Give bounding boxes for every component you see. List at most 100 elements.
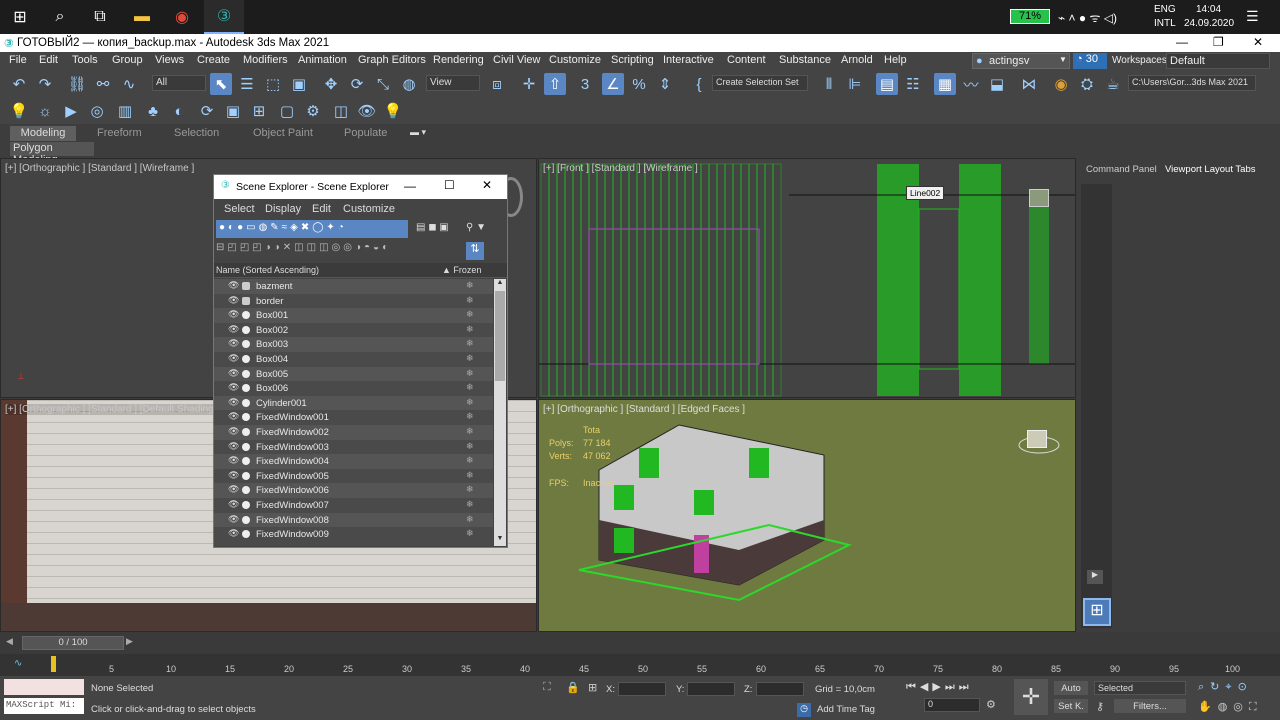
visibility-eye-icon[interactable]: 👁 [228, 368, 239, 379]
notifications-icon[interactable]: ☰ [1246, 8, 1259, 25]
active-shade-icon[interactable]: ▢ [276, 100, 298, 122]
menu-help[interactable]: Help [884, 54, 907, 66]
keyboard-shortcut-override-icon[interactable]: ⇧ [544, 73, 566, 95]
render-frame-icon[interactable]: ⊞ [248, 100, 270, 122]
undo-icon[interactable]: ↶ [8, 73, 30, 95]
chrome-icon[interactable]: ◉ [162, 0, 202, 34]
visibility-eye-icon[interactable]: 👁 [228, 280, 239, 291]
viewcube-icon[interactable] [1027, 430, 1047, 448]
menu-arnold[interactable]: Arnold [841, 54, 873, 66]
freeze-icon[interactable]: ❄ [466, 528, 474, 539]
scene-object-list[interactable]: 👁 bazment ❄ 👁 border ❄ 👁 Box001 ❄ 👁 Box002 ❄ 👁 Bo… [214, 279, 493, 546]
menu-content[interactable]: Content [727, 54, 766, 66]
render-setup-icon[interactable]: ⛭ [1076, 73, 1098, 95]
visibility-eye-icon[interactable]: 👁 [228, 382, 239, 393]
se-menu-customize[interactable]: Customize [343, 203, 395, 215]
snaps-toggle-icon[interactable]: 3 [574, 73, 596, 95]
menu-animation[interactable]: Animation [298, 54, 347, 66]
viewport-navigation-icons[interactable]: ⌕↻⌖⊙ [1198, 680, 1253, 694]
key-selection-dropdown[interactable]: Selected [1094, 681, 1186, 695]
list-item[interactable]: 👁 FixedWindow004 ❄ [214, 454, 493, 469]
visibility-eye-icon[interactable]: 👁 [228, 411, 239, 422]
keyboard-layout[interactable]: INTL [1154, 18, 1176, 29]
minimize-icon[interactable]: — [1176, 35, 1188, 49]
expand-arrow-icon[interactable]: ▶ [1087, 570, 1103, 584]
playback-controls[interactable]: ⏮◀▶⏭⏭ [906, 680, 973, 694]
percent-snap-icon[interactable]: % [628, 73, 650, 95]
toggle-ribbon-icon[interactable]: ▦ [934, 73, 956, 95]
maxscript-listener[interactable] [4, 679, 84, 695]
system-tray-icons[interactable]: ⌁ ˄ ● ᯤ ◁) [1058, 9, 1117, 26]
menu-group[interactable]: Group [112, 54, 143, 66]
freeze-icon[interactable]: ❄ [466, 368, 474, 379]
polygon-modeling-panel[interactable]: Polygon Modeling [10, 142, 94, 166]
render-icon[interactable]: ☕ [1102, 73, 1124, 95]
visibility-eye-icon[interactable]: 👁 [228, 484, 239, 495]
menu-rendering[interactable]: Rendering [433, 54, 484, 66]
freeze-icon[interactable]: ❄ [466, 426, 474, 437]
prev-frame-icon[interactable]: ◀ [6, 636, 20, 650]
time-tag-icon[interactable]: ◷ [797, 703, 811, 717]
tree-icon[interactable]: ♣ [142, 100, 164, 122]
list-item[interactable]: 👁 Box001 ❄ [214, 308, 493, 323]
list-item[interactable]: 👁 Box002 ❄ [214, 322, 493, 338]
menu-scripting[interactable]: Scripting [611, 54, 654, 66]
select-scale-icon[interactable]: ⤡ [372, 73, 394, 95]
key-filter-icon[interactable]: ⚷ [1096, 700, 1104, 713]
list-item[interactable]: 👁 Box003 ❄ [214, 337, 493, 352]
layer-explorer-icon[interactable]: ☷ [902, 73, 924, 95]
visibility-eye-icon[interactable]: 👁 [228, 441, 239, 452]
viewcube-icon[interactable] [1029, 189, 1049, 207]
freeze-icon[interactable]: ❄ [466, 484, 474, 495]
account-dropdown[interactable]: ● actingsv ▼ [972, 53, 1070, 69]
sun-icon[interactable]: ☼ [34, 100, 56, 122]
visibility-eye-icon[interactable]: 👁 [228, 426, 239, 437]
absolute-mode-icon[interactable]: ⊞ [588, 681, 597, 694]
list-item[interactable]: 👁 FixedWindow008 ❄ [214, 512, 493, 528]
menu-views[interactable]: Views [155, 54, 184, 66]
physical-camera-icon[interactable]: ◎ [86, 100, 108, 122]
list-item[interactable]: 👁 Box005 ❄ [214, 366, 493, 382]
list-item[interactable]: 👁 FixedWindow007 ❄ [214, 498, 493, 513]
freeze-icon[interactable]: ❄ [466, 295, 474, 306]
list-item[interactable]: 👁 FixedWindow002 ❄ [214, 425, 493, 440]
visibility-eye-icon[interactable]: 👁 [228, 514, 239, 525]
angle-snap-icon[interactable]: ∠ [602, 73, 624, 95]
schematic-view-icon[interactable]: ⋈ [1018, 73, 1040, 95]
viewport-label[interactable]: [+] [Front ] [Standard ] [Wireframe ] [543, 163, 698, 174]
freeze-icon[interactable]: ❄ [466, 338, 474, 349]
se-menu-edit[interactable]: Edit [312, 203, 331, 215]
se-toolbar-icons[interactable]: ▤ ◼ ▣ [416, 222, 449, 233]
viewport-navigation-icons-2[interactable]: ✋◍◎⛶ [1198, 700, 1263, 714]
tab-viewport-layout[interactable]: Viewport Layout Tabs [1165, 164, 1256, 175]
viewport-layout-icon[interactable]: ⊞ [1083, 598, 1111, 626]
x-coordinate-field[interactable] [618, 682, 666, 696]
filters-button[interactable]: Filters... [1114, 699, 1186, 713]
menu-customize[interactable]: Customize [549, 54, 601, 66]
clock-date[interactable]: 24.09.2020 [1184, 18, 1234, 29]
link-icon[interactable]: ⛓ [66, 73, 88, 95]
material-icon[interactable]: ▣ [222, 100, 244, 122]
list-item[interactable]: 👁 bazment ❄ [214, 279, 493, 294]
list-item[interactable]: 👁 FixedWindow005 ❄ [214, 468, 493, 484]
freeze-icon[interactable]: ❄ [466, 470, 474, 481]
project-path-dropdown[interactable]: C:\Users\Gor...3ds Max 2021 [1128, 75, 1256, 91]
visibility-eye-icon[interactable]: 👁 [228, 499, 239, 510]
freeze-icon[interactable]: ❄ [466, 280, 474, 291]
filter-icon[interactable]: ⚲ ▼ [466, 222, 486, 233]
set-key-button[interactable]: Set K. [1054, 699, 1088, 713]
maximize-icon[interactable]: ❐ [1213, 35, 1224, 49]
workspace-dropdown[interactable]: Default [1166, 53, 1270, 69]
menu-tools[interactable]: Tools [72, 54, 98, 66]
align-icon[interactable]: ⊫ [844, 73, 866, 95]
ribbon-options-icon[interactable]: ▬ ▾ [410, 127, 426, 138]
viewport-bottom-right[interactable]: [+] [Orthographic ] [Standard ] [Edged F… [538, 399, 1076, 632]
freeze-icon[interactable]: ❄ [466, 324, 474, 335]
windows-start-icon[interactable]: ⊞ [0, 0, 40, 34]
tab-populate[interactable]: Populate [344, 127, 387, 139]
rotate-view-icon[interactable]: ⟳ [196, 100, 218, 122]
select-object-icon[interactable]: ⬉ [210, 73, 232, 95]
sort-icon[interactable]: ⇅ [466, 242, 484, 260]
curve-editor-mini-icon[interactable]: ∿ [14, 658, 22, 669]
freeze-icon[interactable]: ❄ [466, 514, 474, 525]
